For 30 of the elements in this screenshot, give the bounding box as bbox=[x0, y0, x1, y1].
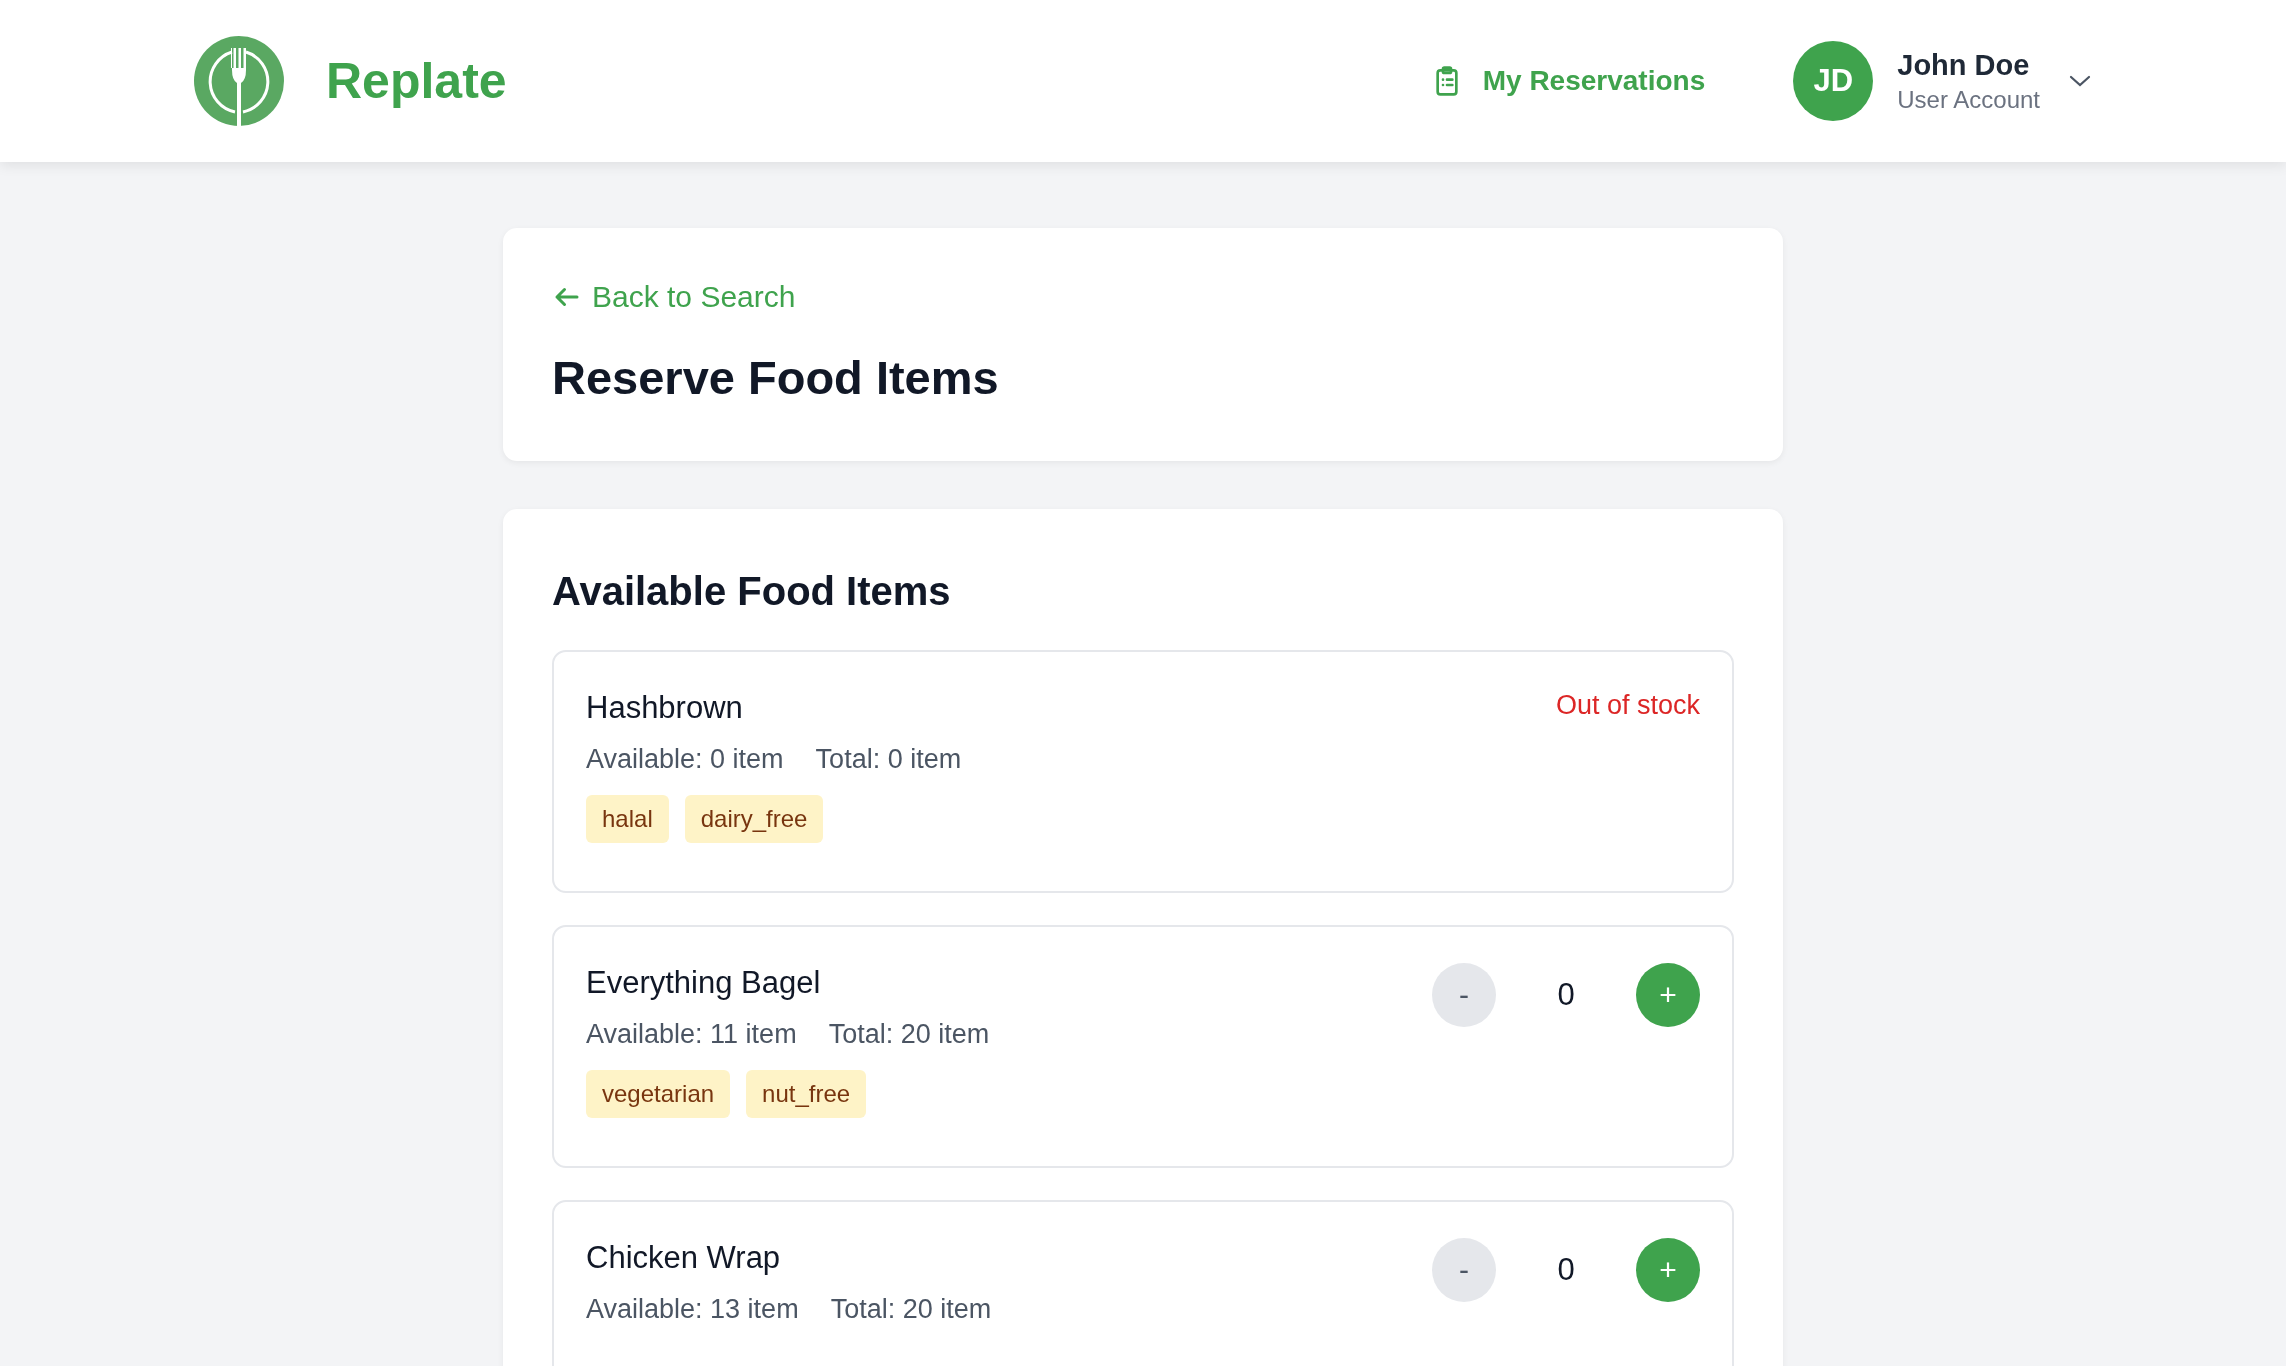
quantity-value: 0 bbox=[1556, 977, 1576, 1013]
user-avatar[interactable]: JD bbox=[1793, 41, 1874, 121]
food-item-name: Everything Bagel bbox=[586, 965, 822, 1001]
section-title: Available Food Items bbox=[552, 569, 952, 614]
food-item-name: Chicken Wrap bbox=[586, 1240, 782, 1276]
decrease-button[interactable]: - bbox=[1432, 1238, 1496, 1302]
increase-button[interactable]: + bbox=[1636, 963, 1700, 1027]
user-name: John Doe bbox=[1897, 48, 2031, 82]
total-count: Total: 0 item bbox=[815, 744, 962, 775]
chevron-down-icon[interactable] bbox=[2068, 74, 2092, 88]
dietary-tag: dairy_free bbox=[684, 795, 824, 843]
my-reservations-link[interactable]: My Reservations bbox=[1430, 64, 1706, 98]
decrease-button[interactable]: - bbox=[1432, 963, 1496, 1027]
quantity-value: 0 bbox=[1556, 1252, 1576, 1288]
available-count: Available: 11 item bbox=[586, 1019, 797, 1050]
dietary-tag: vegetarian bbox=[586, 1070, 731, 1118]
total-count: Total: 20 item bbox=[828, 1019, 990, 1050]
dietary-tag: nut_free bbox=[746, 1070, 867, 1118]
food-item-name: Hashbrown bbox=[586, 690, 744, 726]
out-of-stock-label: Out of stock bbox=[1555, 690, 1700, 721]
available-count: Available: 13 item bbox=[586, 1294, 799, 1325]
page-title: Reserve Food Items bbox=[552, 350, 1000, 405]
available-count: Available: 0 item bbox=[586, 744, 784, 775]
total-count: Total: 20 item bbox=[830, 1294, 992, 1325]
fork-logo-icon bbox=[194, 36, 284, 126]
increase-button[interactable]: + bbox=[1636, 1238, 1700, 1302]
brand-name[interactable]: Replate bbox=[326, 52, 507, 110]
back-to-search-link[interactable]: Back to Search bbox=[552, 280, 796, 314]
dietary-tag: halal bbox=[586, 795, 669, 843]
user-role: User Account bbox=[1897, 85, 2040, 114]
